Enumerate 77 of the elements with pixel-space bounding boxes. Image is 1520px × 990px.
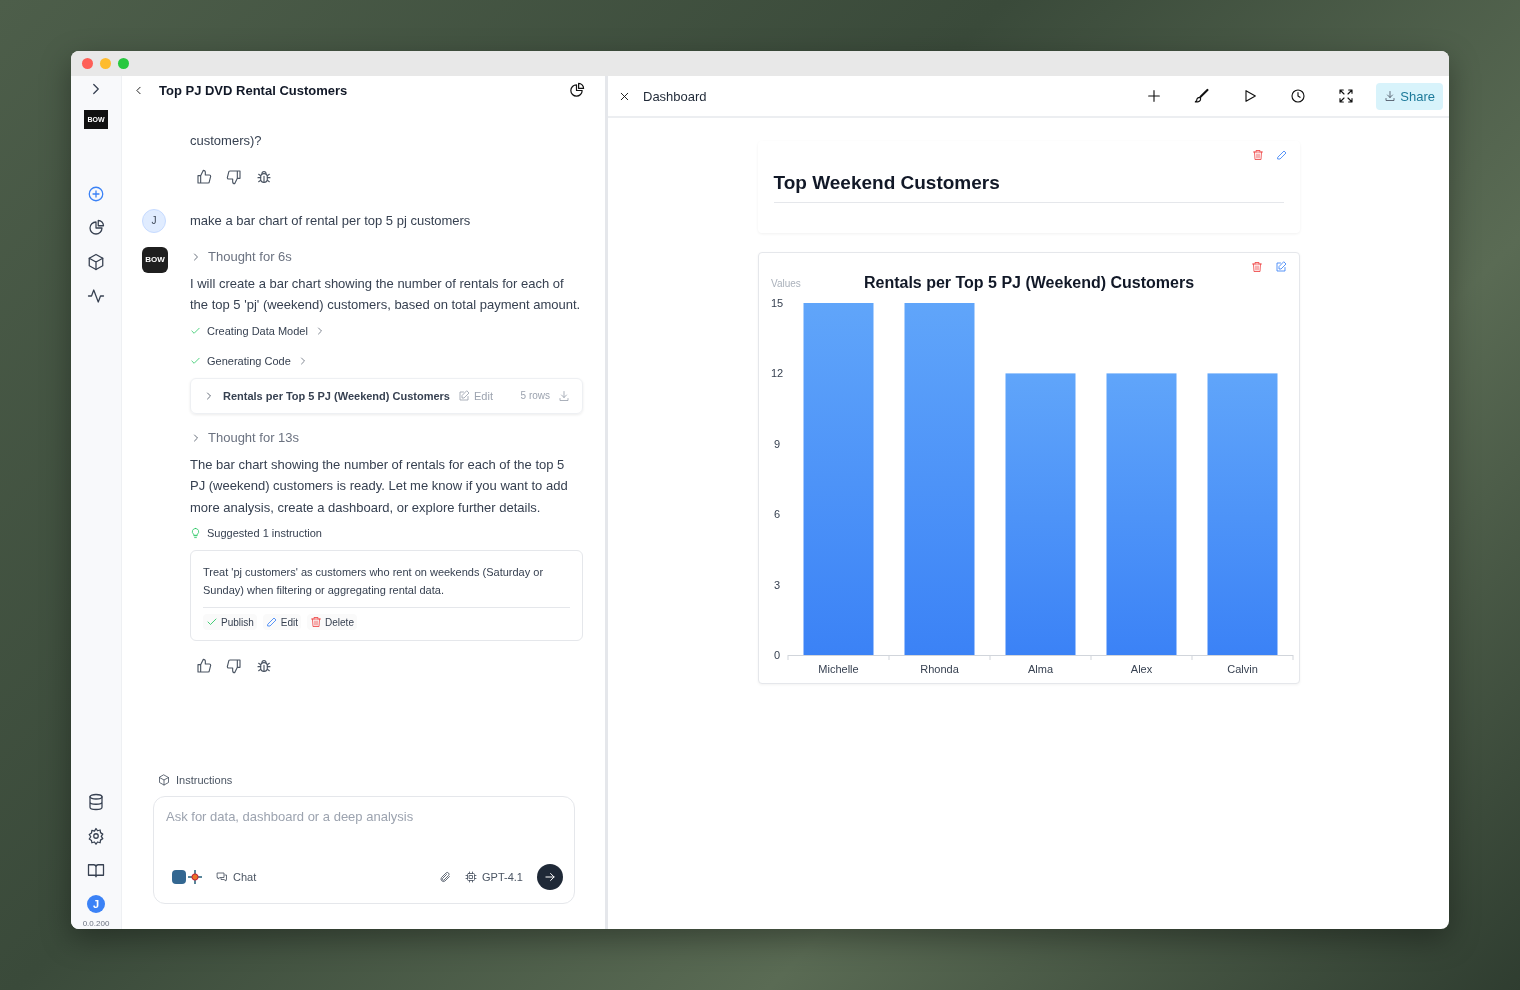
- step-label[interactable]: Generating Code: [207, 354, 291, 367]
- bug-icon[interactable]: [256, 168, 272, 185]
- assistant-avatar: BOW: [142, 246, 168, 273]
- send-button[interactable]: [537, 864, 563, 890]
- check-icon: [206, 616, 218, 628]
- thumbs-down-icon[interactable]: [226, 658, 242, 674]
- lightbulb-icon: [190, 527, 201, 539]
- settings-icon[interactable]: [87, 827, 105, 845]
- user-avatar: J: [142, 208, 166, 233]
- trash-icon: [310, 616, 323, 628]
- trash-icon[interactable]: [1250, 261, 1263, 273]
- message-text: The bar chart showing the number of rentals for each of the top 5 PJ (weekend) customers is ready. Let me know if you want to add more analysis, create a dashboard, or explore further details.: [190, 455, 569, 517]
- bug-icon[interactable]: [256, 658, 272, 674]
- chart-title: Rentals per Top 5 PJ (Weekend) Customers: [863, 274, 1194, 291]
- model-selector[interactable]: GPT-4.1: [465, 871, 523, 883]
- axis-tick-label: Alex: [1130, 663, 1152, 675]
- edit-button[interactable]: Edit: [262, 614, 302, 630]
- new-chat-icon[interactable]: [87, 185, 105, 203]
- pie-chart-icon[interactable]: [568, 82, 585, 99]
- axis-tick-label: 0: [773, 649, 780, 661]
- book-icon[interactable]: [87, 861, 105, 879]
- paperclip-icon[interactable]: [439, 871, 452, 883]
- download-icon: [1384, 90, 1397, 102]
- card-title: Top Weekend Customers: [773, 172, 1284, 203]
- plus-icon[interactable]: [1146, 88, 1163, 104]
- axis-tick-label: 6: [773, 508, 780, 521]
- message-text: customers)?: [190, 132, 263, 150]
- chat-mode-toggle[interactable]: Chat: [216, 871, 257, 883]
- axis-tick-label: Calvin: [1226, 663, 1258, 675]
- fullscreen-icon[interactable]: [1338, 88, 1355, 104]
- message-input[interactable]: Ask for data, dashboard or a deep analysis Chat GPT-4.1: [153, 796, 575, 904]
- instructions-link[interactable]: Instructions: [176, 774, 233, 786]
- step-label[interactable]: Creating Data Model: [207, 324, 308, 337]
- arrow-right-icon: [543, 870, 557, 884]
- data-source-icons[interactable]: [172, 870, 202, 884]
- share-button[interactable]: Share: [1376, 82, 1443, 110]
- axis-tick-label: 12: [770, 367, 783, 380]
- axis-tick-label: Michelle: [817, 663, 859, 675]
- publish-button[interactable]: Publish: [203, 614, 257, 630]
- chip-icon: [465, 871, 478, 883]
- activity-icon[interactable]: [87, 287, 105, 305]
- suggestion-label: Suggested 1 instruction: [207, 527, 322, 539]
- delete-button[interactable]: Delete: [307, 614, 357, 630]
- cube-icon[interactable]: [87, 253, 105, 271]
- axis-tick-label: Rhonda: [919, 663, 959, 675]
- pencil-icon: [265, 616, 278, 628]
- pie-chart-icon[interactable]: [87, 219, 105, 237]
- edit-label: Edit: [474, 389, 493, 402]
- thought-toggle[interactable]: Thought for 13s: [208, 430, 300, 445]
- brush-icon[interactable]: [1194, 88, 1211, 104]
- pencil-icon[interactable]: [1275, 149, 1288, 161]
- chat-bubbles-icon: [216, 871, 228, 883]
- thumbs-up-icon[interactable]: [196, 168, 212, 185]
- dashboard-title: Dashboard: [643, 88, 707, 104]
- trash-icon[interactable]: [1251, 149, 1264, 161]
- clock-icon[interactable]: [1290, 88, 1307, 104]
- edit-icon[interactable]: [1274, 261, 1287, 273]
- axis-tick-label: 15: [770, 297, 783, 309]
- axis-tick-label: 3: [773, 578, 780, 591]
- message-text: make a bar chart of rental per top 5 pj customers: [190, 211, 472, 230]
- axis-tick-label: Alma: [1027, 663, 1053, 675]
- message-text: I will create a bar chart showing the number of rentals for each of the top 5 'pj' (weekend) customers, based on total payment amount.: [190, 274, 582, 314]
- database-icon[interactable]: [87, 793, 105, 811]
- thought-toggle[interactable]: Thought for 6s: [208, 249, 292, 264]
- edit-icon: [458, 389, 470, 402]
- thumbs-down-icon[interactable]: [226, 168, 242, 185]
- axis-tick-label: 9: [773, 437, 780, 450]
- cube-icon[interactable]: [158, 774, 170, 786]
- play-icon[interactable]: [1242, 88, 1259, 104]
- instruction-text: Treat 'pj customers' as customers who rent on weekends (Saturday or Sunday) when filtering or aggregating rental data.: [203, 563, 570, 608]
- axis-title: Values: [770, 278, 801, 289]
- version-label: 0.0.200: [82, 919, 110, 928]
- row-count: 5 rows: [520, 390, 550, 401]
- thumbs-up-icon[interactable]: [196, 658, 212, 674]
- chat-title: Top PJ DVD Rental Customers: [159, 83, 348, 98]
- query-title: Rentals per Top 5 PJ (Weekend) Customers: [223, 389, 450, 402]
- user-avatar[interactable]: J: [87, 895, 105, 913]
